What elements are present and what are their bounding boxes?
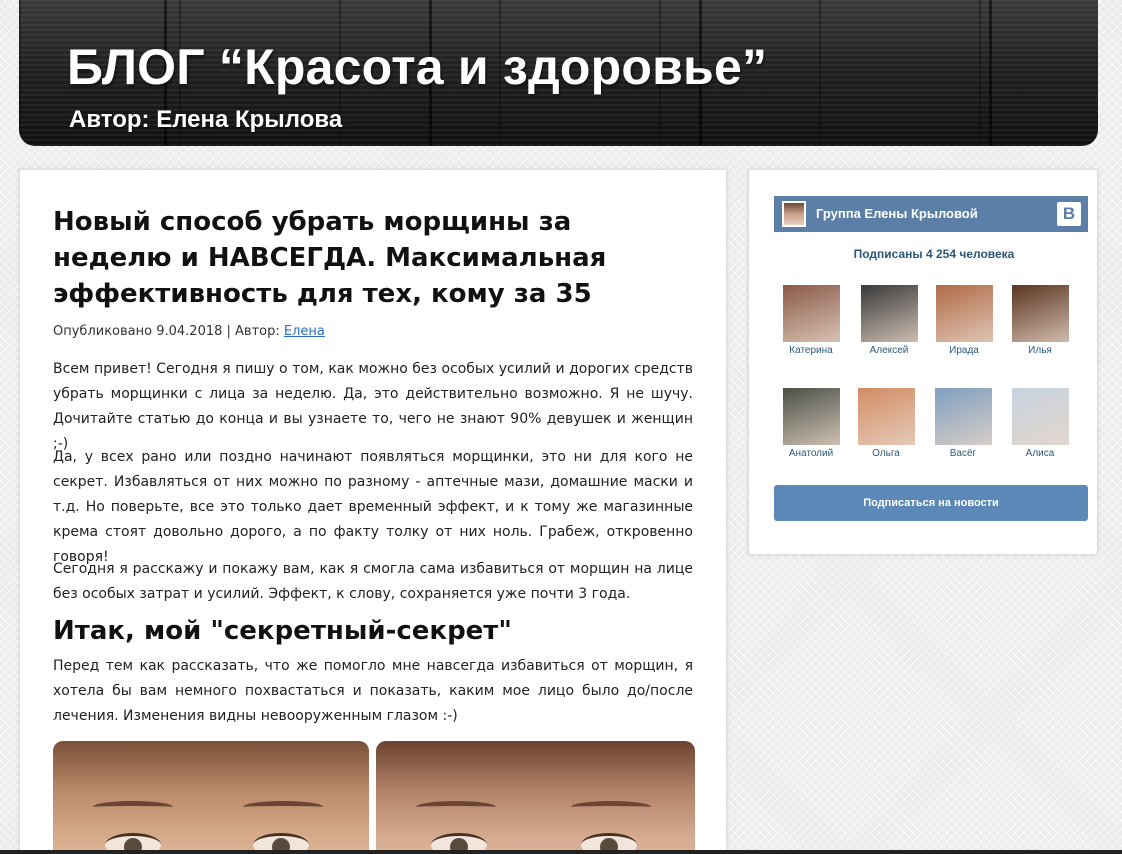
member-name[interactable]: Васёг bbox=[923, 448, 1003, 459]
member-name[interactable]: Ирада bbox=[924, 345, 1004, 356]
publish-info: Опубликовано 9.04.2018 | Автор: bbox=[53, 324, 284, 339]
member-avatar[interactable] bbox=[860, 285, 918, 342]
member-avatar[interactable] bbox=[1011, 388, 1069, 445]
author-link[interactable]: Елена bbox=[284, 324, 325, 339]
member-avatar[interactable] bbox=[782, 285, 840, 342]
member-name[interactable]: Алиса bbox=[1000, 448, 1080, 459]
article-paragraph: Да, у всех рано или поздно начинают появ… bbox=[53, 449, 693, 565]
member-name[interactable]: Катерина bbox=[771, 345, 851, 356]
group-avatar[interactable] bbox=[782, 201, 806, 227]
bottom-edge bbox=[0, 850, 1122, 854]
article-paragraph: Всем привет! Сегодня я пишу о том, как м… bbox=[53, 361, 693, 452]
member-item[interactable]: Васёг bbox=[923, 388, 1003, 459]
vk-group-widget: Группа Елены Крыловой В Подписаны 4 254 … bbox=[748, 169, 1098, 555]
member-item[interactable]: Алиса bbox=[1000, 388, 1080, 459]
article-title: Новый способ убрать морщины за неделю и … bbox=[53, 207, 607, 309]
article-card: Новый способ убрать морщины за неделю и … bbox=[19, 169, 727, 854]
member-avatar[interactable] bbox=[857, 388, 915, 445]
member-name[interactable]: Илья bbox=[1000, 345, 1080, 356]
member-item[interactable]: Анатолий bbox=[771, 388, 851, 459]
member-avatar[interactable] bbox=[935, 285, 993, 342]
member-item[interactable]: Алексей bbox=[849, 285, 929, 356]
article-paragraph: Сегодня я расскажу и покажу вам, как я с… bbox=[53, 561, 693, 602]
member-name[interactable]: Алексей bbox=[849, 345, 929, 356]
group-name[interactable]: Группа Елены Крыловой bbox=[816, 206, 978, 221]
member-avatar[interactable] bbox=[782, 388, 840, 445]
article-paragraph: Перед тем как рассказать, что же помогло… bbox=[53, 658, 693, 724]
member-name[interactable]: Ольга bbox=[846, 448, 926, 459]
before-photo bbox=[53, 741, 369, 854]
photo-detail bbox=[243, 801, 323, 813]
member-name[interactable]: Анатолий bbox=[771, 448, 851, 459]
blog-header: БЛОГ “Красота и здоровье” Автор: Елена К… bbox=[19, 0, 1098, 146]
member-item[interactable]: Ирада bbox=[924, 285, 1004, 356]
article-meta: Опубликовано 9.04.2018 | Автор: Елена bbox=[53, 324, 325, 339]
subscribe-button[interactable]: Подписаться на новости bbox=[774, 485, 1088, 521]
blog-author: Автор: Елена Крылова bbox=[69, 106, 343, 133]
photo-detail bbox=[93, 801, 173, 813]
photo-detail bbox=[571, 801, 651, 813]
subscriber-count: Подписаны 4 254 человека bbox=[853, 247, 1015, 261]
header-wood-plank bbox=[989, 0, 992, 146]
blog-title: БЛОГ “Красота и здоровье” bbox=[67, 39, 768, 95]
vk-widget-header[interactable]: Группа Елены Крыловой В bbox=[774, 196, 1088, 232]
member-avatar[interactable] bbox=[1011, 285, 1069, 342]
photo-detail bbox=[416, 801, 496, 813]
member-item[interactable]: Илья bbox=[1000, 285, 1080, 356]
member-item[interactable]: Ольга bbox=[846, 388, 926, 459]
article-subheading: Итак, мой "секретный-секрет" bbox=[53, 616, 512, 646]
after-photo bbox=[376, 741, 695, 854]
vk-logo-icon[interactable]: В bbox=[1057, 202, 1081, 226]
member-avatar[interactable] bbox=[934, 388, 992, 445]
member-item[interactable]: Катерина bbox=[771, 285, 851, 356]
